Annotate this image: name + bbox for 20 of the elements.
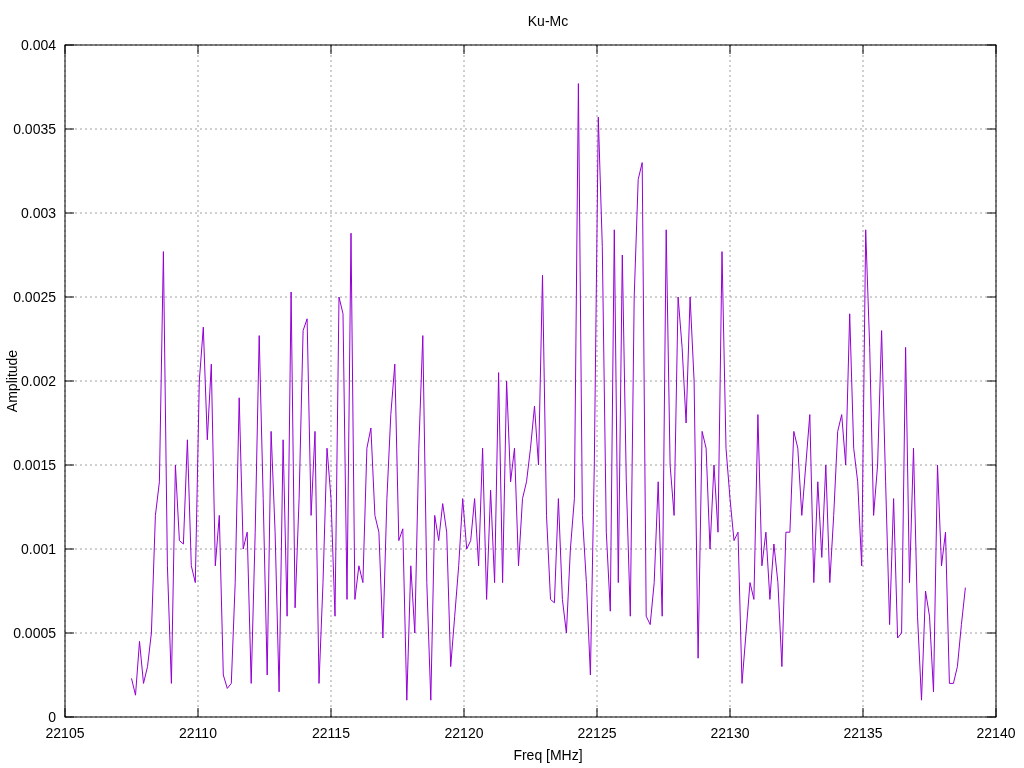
y-tick-label: 0.003	[20, 205, 56, 221]
x-tick-label: 22125	[577, 725, 617, 741]
x-tick-label: 22135	[843, 725, 883, 741]
y-tick-label: 0.0025	[13, 289, 56, 305]
y-tick-label: 0.0035	[13, 121, 56, 137]
y-tick-label: 0.001	[20, 541, 56, 557]
x-tick-label: 22120	[444, 725, 484, 741]
y-tick-label: 0	[48, 709, 56, 725]
x-tick-label: 22130	[710, 725, 750, 741]
y-tick-label: 0.0005	[13, 625, 56, 641]
y-axis-label: Amplitude	[4, 349, 20, 413]
x-tick-label: 22110	[179, 725, 217, 741]
chart-title: Ku-Mc	[527, 13, 569, 29]
y-tick-label: 0.002	[20, 373, 56, 389]
y-tick-label: 0.0015	[13, 457, 56, 473]
x-tick-label: 22105	[45, 725, 85, 741]
x-tick-label: 22140	[976, 725, 1016, 741]
y-tick-label: 0.004	[20, 37, 56, 53]
x-tick-label: 22115	[312, 725, 350, 741]
x-axis-label: Freq [MHz]	[513, 747, 583, 763]
